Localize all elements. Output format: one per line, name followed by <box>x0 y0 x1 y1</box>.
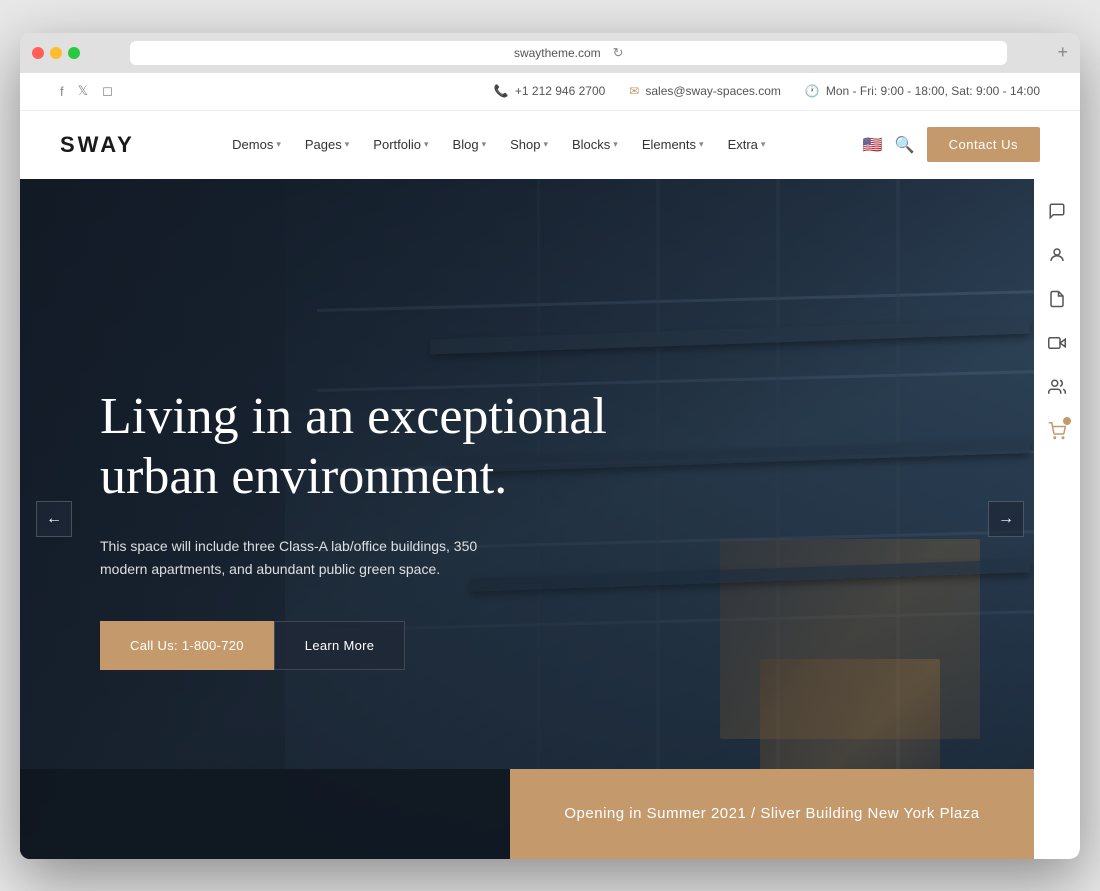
hero-section: Living in an exceptional urban environme… <box>20 179 1080 859</box>
maximize-button[interactable] <box>68 47 80 59</box>
chat-icon-button[interactable] <box>1037 191 1077 231</box>
chevron-down-icon: ▾ <box>761 139 766 150</box>
learn-more-button[interactable]: Learn More <box>274 621 405 670</box>
language-flag-icon[interactable]: 🇺🇸 <box>863 135 883 155</box>
site-logo[interactable]: SWAY <box>60 132 135 158</box>
hero-prev-arrow[interactable]: ← <box>36 501 72 537</box>
email-address: sales@sway-spaces.com <box>645 84 781 98</box>
nav-item-portfolio[interactable]: Portfolio ▾ <box>363 131 438 158</box>
team-icon-button[interactable] <box>1037 367 1077 407</box>
minimize-button[interactable] <box>50 47 62 59</box>
user-icon-button[interactable] <box>1037 235 1077 275</box>
phone-info: 📞 +1 212 946 2700 <box>494 84 605 98</box>
chevron-down-icon: ▾ <box>276 139 281 150</box>
main-nav: SWAY Demos ▾ Pages ▾ Portfolio ▾ Blog ▾ <box>20 111 1080 179</box>
nav-label-demos: Demos <box>232 137 273 152</box>
hero-content: Living in an exceptional urban environme… <box>20 179 1080 859</box>
document-icon-button[interactable] <box>1037 279 1077 319</box>
nav-label-portfolio: Portfolio <box>373 137 421 152</box>
bottom-banner: Opening in Summer 2021 / Sliver Building… <box>510 769 1034 859</box>
nav-item-shop[interactable]: Shop ▾ <box>500 131 558 158</box>
hero-subtitle: This space will include three Class-A la… <box>100 535 500 581</box>
nav-links: Demos ▾ Pages ▾ Portfolio ▾ Blog ▾ Shop <box>222 131 775 158</box>
nav-label-blocks: Blocks <box>572 137 610 152</box>
cart-badge-dot <box>1063 417 1071 425</box>
traffic-lights <box>32 47 80 59</box>
team-icon <box>1048 378 1066 396</box>
nav-item-blog[interactable]: Blog ▾ <box>443 131 497 158</box>
nav-item-demos[interactable]: Demos ▾ <box>222 131 291 158</box>
nav-label-blog: Blog <box>453 137 479 152</box>
bottom-banner-text: Opening in Summer 2021 / Sliver Building… <box>564 805 979 822</box>
search-icon[interactable]: 🔍 <box>895 135 915 155</box>
left-arrow-icon: ← <box>46 510 62 528</box>
twitter-icon[interactable]: 𝕏 <box>78 83 88 99</box>
nav-item-pages[interactable]: Pages ▾ <box>295 131 359 158</box>
chevron-down-icon: ▾ <box>482 139 487 150</box>
social-icons: f 𝕏 ◻ <box>60 83 113 99</box>
chevron-down-icon: ▾ <box>543 139 548 150</box>
right-sidebar <box>1034 179 1080 859</box>
new-tab-button[interactable]: + <box>1057 42 1068 63</box>
hero-bottom-left-overlay <box>20 769 510 859</box>
document-icon <box>1048 290 1066 308</box>
chevron-down-icon: ▾ <box>345 139 350 150</box>
close-button[interactable] <box>32 47 44 59</box>
nav-label-elements: Elements <box>642 137 696 152</box>
email-info: ✉ sales@sway-spaces.com <box>629 84 781 98</box>
hero-next-arrow[interactable]: → <box>988 501 1024 537</box>
chevron-down-icon: ▾ <box>699 139 704 150</box>
chevron-down-icon: ▾ <box>613 139 618 150</box>
address-bar[interactable]: swaytheme.com ↻ <box>130 41 1007 65</box>
nav-right: 🇺🇸 🔍 Contact Us <box>863 127 1040 162</box>
nav-item-extra[interactable]: Extra ▾ <box>718 131 776 158</box>
contact-info: 📞 +1 212 946 2700 ✉ sales@sway-spaces.co… <box>494 84 1040 98</box>
video-icon <box>1048 334 1066 352</box>
cart-icon <box>1048 422 1066 440</box>
hero-title: Living in an exceptional urban environme… <box>100 387 640 507</box>
hero-buttons: Call Us: 1-800-720 Learn More <box>100 621 1000 670</box>
call-us-button[interactable]: Call Us: 1-800-720 <box>100 621 274 670</box>
email-icon: ✉ <box>629 84 639 98</box>
url-text: swaytheme.com <box>514 46 601 60</box>
business-hours: Mon - Fri: 9:00 - 18:00, Sat: 9:00 - 14:… <box>826 84 1040 98</box>
right-arrow-icon: → <box>998 510 1014 528</box>
browser-window: swaytheme.com ↻ + f 𝕏 ◻ 📞 +1 212 946 270… <box>20 33 1080 859</box>
top-bar: f 𝕏 ◻ 📞 +1 212 946 2700 ✉ sales@sway-spa… <box>20 73 1080 111</box>
chat-icon <box>1048 202 1066 220</box>
phone-number: +1 212 946 2700 <box>515 84 605 98</box>
website: f 𝕏 ◻ 📞 +1 212 946 2700 ✉ sales@sway-spa… <box>20 73 1080 859</box>
video-icon-button[interactable] <box>1037 323 1077 363</box>
cart-icon-button[interactable] <box>1037 411 1077 451</box>
chevron-down-icon: ▾ <box>424 139 429 150</box>
phone-icon: 📞 <box>494 84 509 98</box>
refresh-icon[interactable]: ↻ <box>613 45 624 61</box>
nav-item-blocks[interactable]: Blocks ▾ <box>562 131 628 158</box>
user-icon <box>1048 246 1066 264</box>
instagram-icon[interactable]: ◻ <box>102 83 113 99</box>
nav-label-pages: Pages <box>305 137 342 152</box>
nav-item-elements[interactable]: Elements ▾ <box>632 131 714 158</box>
facebook-icon[interactable]: f <box>60 84 64 99</box>
hours-info: 🕐 Mon - Fri: 9:00 - 18:00, Sat: 9:00 - 1… <box>805 84 1040 98</box>
contact-us-button[interactable]: Contact Us <box>927 127 1040 162</box>
clock-icon: 🕐 <box>805 84 820 98</box>
browser-chrome: swaytheme.com ↻ + <box>20 33 1080 73</box>
nav-label-shop: Shop <box>510 137 540 152</box>
nav-label-extra: Extra <box>728 137 758 152</box>
